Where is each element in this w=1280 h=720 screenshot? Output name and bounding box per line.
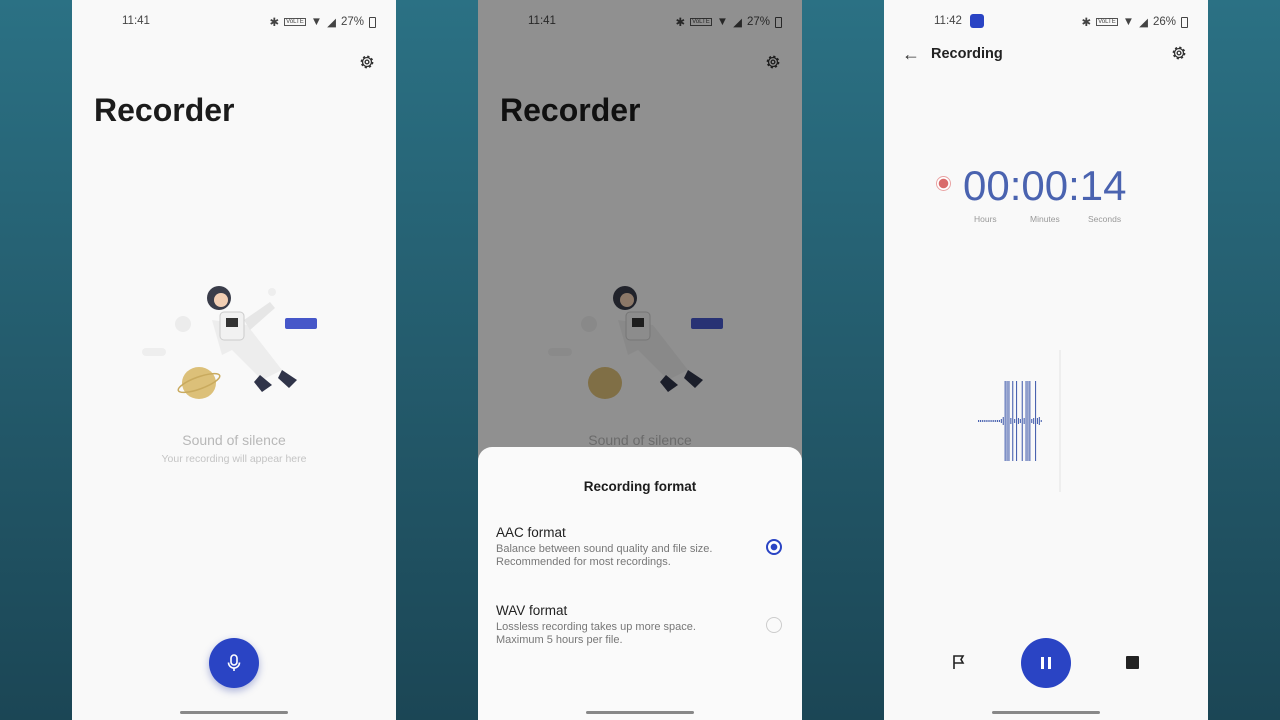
waveform-bar [981, 420, 983, 422]
volte-icon: VoLTE [1096, 18, 1118, 26]
empty-state-subtitle: Your recording will appear here [161, 453, 307, 465]
stop-button[interactable] [1126, 656, 1139, 669]
empty-state-title: Sound of silence [182, 432, 286, 448]
hours-label: Hours [974, 214, 997, 224]
recording-format-sheet: Recording format AAC format Balance betw… [478, 447, 802, 720]
settings-gear-icon[interactable] [1170, 44, 1188, 62]
bluetooth-icon: ✱ [269, 17, 280, 29]
format-option-wav[interactable]: WAV format Lossless recording takes up m… [496, 603, 784, 647]
waveform-bar [1016, 381, 1018, 461]
waveform-bar [1036, 418, 1038, 424]
microphone-icon [227, 654, 241, 671]
pause-icon [1041, 657, 1051, 669]
astronaut-illustration [142, 286, 317, 399]
waveform-bar [1027, 381, 1029, 461]
waveform-bar [1031, 419, 1033, 423]
waveform-bar [1033, 418, 1035, 424]
waveform-bar [1010, 418, 1012, 424]
recording-format-screen: 11:41 ✱ VoLTE ▼ ◢ 27% Recorder Sound of sile… [478, 0, 802, 720]
home-indicator [992, 711, 1100, 714]
waveform-bar [1040, 420, 1042, 422]
waveform-bar [1002, 417, 1004, 425]
bluetooth-icon: ✱ [1081, 17, 1092, 29]
pause-button[interactable] [1021, 638, 1071, 688]
waveform-bar [991, 420, 993, 422]
wifi-icon: ▼ [310, 16, 323, 28]
flag-marker-icon[interactable] [951, 654, 967, 670]
waveform-bar [998, 420, 1000, 422]
waveform-bar [978, 420, 980, 422]
battery-icon [1181, 16, 1188, 28]
home-indicator [180, 711, 288, 714]
waveform-bar [995, 420, 997, 422]
recording-indicator-icon [936, 176, 951, 191]
waveform-bar [1004, 381, 1006, 461]
waveform-bar [985, 420, 987, 422]
settings-gear-icon[interactable] [358, 53, 376, 71]
waveform-bar [1038, 417, 1040, 425]
sheet-title: Recording format [583, 479, 697, 494]
elapsed-timer: 00:00:14 [963, 162, 1127, 209]
signal-icon: ◢ [1139, 17, 1148, 29]
waveform-bar [1023, 418, 1025, 424]
format-option-aac[interactable]: AAC format Balance between sound quality… [496, 525, 784, 569]
minutes-label: Minutes [1030, 214, 1060, 224]
waveform-bar [1019, 419, 1021, 423]
signal-icon: ◢ [327, 17, 336, 29]
waveform-bar [989, 420, 991, 422]
wifi-icon: ▼ [1122, 16, 1135, 28]
waveform-bar [1014, 419, 1016, 423]
volte-icon: VoLTE [284, 18, 306, 26]
back-arrow-icon[interactable]: ← [902, 45, 920, 63]
start-recording-button[interactable] [209, 638, 259, 688]
waveform-bar [1021, 381, 1023, 461]
waveform-bar [1012, 381, 1014, 461]
battery-level: 27% [340, 16, 364, 28]
battery-icon [369, 16, 376, 28]
waveform-bar [993, 420, 995, 422]
waveform-bar [979, 420, 981, 422]
page-title: Recorder [94, 92, 235, 128]
waveform [978, 350, 1061, 492]
waveform-bar [1035, 381, 1037, 461]
waveform-bar [1029, 381, 1031, 461]
waveform-bar [1000, 419, 1002, 423]
recorder-home-screen: 11:41 ✱ VoLTE ▼ ◢ 27% Recorder Sound of sile… [72, 0, 396, 720]
seconds-label: Seconds [1088, 214, 1122, 224]
waveform-bar [983, 420, 985, 422]
waveform-bar [1025, 381, 1027, 461]
status-bar: 11:42 ✱ VoLTE ▼ ◢ 26% [884, 14, 1208, 30]
waveform-bar [1008, 381, 1010, 461]
recording-screen: 11:42 ✱ VoLTE ▼ ◢ 26% ← Recording 00:00:14 H… [884, 0, 1208, 720]
waveform-bar [1017, 418, 1019, 424]
home-indicator [586, 711, 694, 714]
waveform-bar [997, 420, 999, 422]
radio-selected[interactable] [766, 539, 782, 555]
status-bar: 11:41 ✱ VoLTE ▼ ◢ 27% [72, 14, 396, 30]
mic-active-icon [970, 14, 984, 28]
page-title: Recording [931, 46, 1003, 62]
radio-unselected[interactable] [766, 617, 782, 633]
waveform-bar [987, 420, 989, 422]
waveform-bar [1006, 381, 1008, 461]
battery-level: 26% [1152, 16, 1176, 28]
